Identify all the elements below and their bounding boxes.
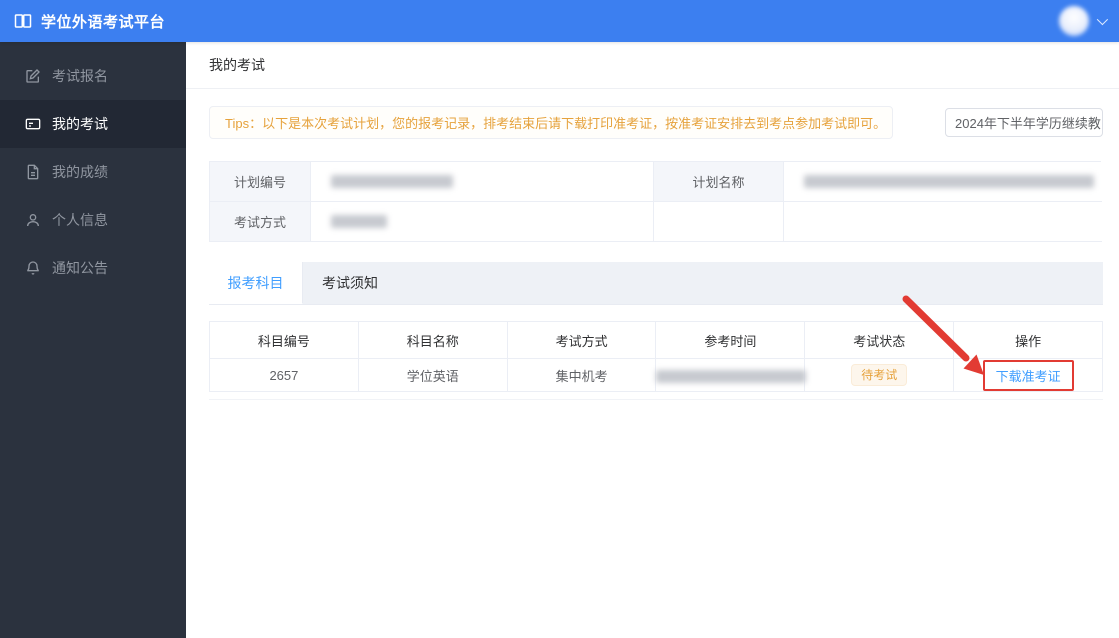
plan-info-table: 计划编号 计划名称 考试方式 (209, 161, 1102, 242)
tabs-card: 报考科目 考试须知 科目编号 科目名称 考试方式 参考时间 考试状态 操作 26… (209, 262, 1103, 400)
sidebar: 考试报名 我的考试 我的成绩 个人信息 通知公告 (0, 42, 186, 638)
app-window: 学位外语考试平台 考试报名 我的考试 我的成绩 个人信息 通知公告 我的考试 T… (0, 0, 1119, 638)
empty-cell (654, 202, 784, 242)
exam-mode-label: 考试方式 (210, 202, 311, 242)
redacted-text (804, 175, 1094, 188)
app-title: 学位外语考试平台 (41, 13, 166, 31)
brand: 学位外语考试平台 (14, 11, 165, 32)
subject-exam-time (655, 358, 807, 392)
user-icon (25, 212, 41, 228)
table-row: 2657 学位英语 集中机考 待考试 下载准考证 (209, 358, 1103, 392)
avatar[interactable] (1059, 6, 1089, 36)
card-bottom-edge (209, 399, 1103, 400)
sidebar-item-my-scores[interactable]: 我的成绩 (0, 148, 186, 196)
empty-cell (784, 202, 1102, 242)
exam-card-icon (25, 116, 41, 132)
sidebar-item-exam-signup[interactable]: 考试报名 (0, 52, 186, 100)
redacted-text (331, 215, 387, 228)
edit-square-icon (25, 68, 41, 84)
book-icon (14, 13, 32, 29)
user-menu[interactable] (1059, 6, 1109, 36)
page-title: 我的考试 (186, 42, 1119, 89)
plan-name-value (784, 162, 1102, 202)
redacted-text (331, 175, 453, 188)
main-content: 我的考试 Tips：以下是本次考试计划，您的报考记录，排考结束后请下载打印准考证… (186, 42, 1119, 638)
subject-name: 学位英语 (357, 358, 508, 392)
subject-action: 下载准考证 (953, 358, 1103, 392)
plan-number-label: 计划编号 (210, 162, 311, 202)
annotation-red-box: 下载准考证 (982, 359, 1074, 391)
sidebar-item-profile[interactable]: 个人信息 (0, 196, 186, 244)
sidebar-item-label: 我的考试 (52, 116, 108, 132)
sidebar-item-label: 通知公告 (52, 260, 108, 276)
sidebar-item-label: 考试报名 (52, 68, 108, 84)
tab-registered-subjects[interactable]: 报考科目 (209, 262, 303, 304)
plan-select-value: 2024年下半年学历继续教 (955, 116, 1101, 131)
exam-mode-value (311, 202, 654, 242)
subjects-header-row: 科目编号 科目名称 考试方式 参考时间 考试状态 操作 (209, 321, 1103, 359)
col-subject-code: 科目编号 (209, 321, 359, 359)
tips-text: Tips：以下是本次考试计划，您的报考记录，排考结束后请下载打印准考证，按准考证… (225, 116, 887, 131)
status-badge: 待考试 (851, 363, 908, 387)
sidebar-item-label: 我的成绩 (52, 164, 108, 180)
plan-select-dropdown[interactable]: 2024年下半年学历继续教 (945, 108, 1103, 137)
sidebar-item-notices[interactable]: 通知公告 (0, 244, 186, 292)
bell-icon (25, 260, 41, 276)
subject-exam-mode: 集中机考 (506, 358, 657, 392)
plan-name-label: 计划名称 (654, 162, 784, 202)
document-icon (25, 164, 41, 180)
tab-bar: 报考科目 考试须知 (209, 262, 1103, 305)
col-subject-name: 科目名称 (357, 321, 508, 359)
tips-banner: Tips：以下是本次考试计划，您的报考记录，排考结束后请下载打印准考证，按准考证… (209, 106, 893, 139)
subjects-table: 科目编号 科目名称 考试方式 参考时间 考试状态 操作 2657 学位英语 集中 (209, 321, 1103, 392)
subject-status: 待考试 (804, 358, 955, 392)
sidebar-item-label: 个人信息 (52, 212, 108, 228)
tab-exam-notes[interactable]: 考试须知 (303, 262, 397, 304)
download-admit-card-link[interactable]: 下载准考证 (996, 369, 1061, 384)
subject-code: 2657 (209, 358, 359, 392)
plan-number-value (311, 162, 654, 202)
col-exam-mode: 考试方式 (506, 321, 657, 359)
chevron-down-icon[interactable] (1096, 13, 1109, 26)
col-exam-time: 参考时间 (655, 321, 806, 359)
col-actions: 操作 (953, 321, 1103, 359)
top-header-bar: 学位外语考试平台 (0, 0, 1119, 42)
sidebar-item-my-exams[interactable]: 我的考试 (0, 100, 186, 148)
redacted-text (656, 369, 807, 383)
col-exam-status: 考试状态 (804, 321, 955, 359)
